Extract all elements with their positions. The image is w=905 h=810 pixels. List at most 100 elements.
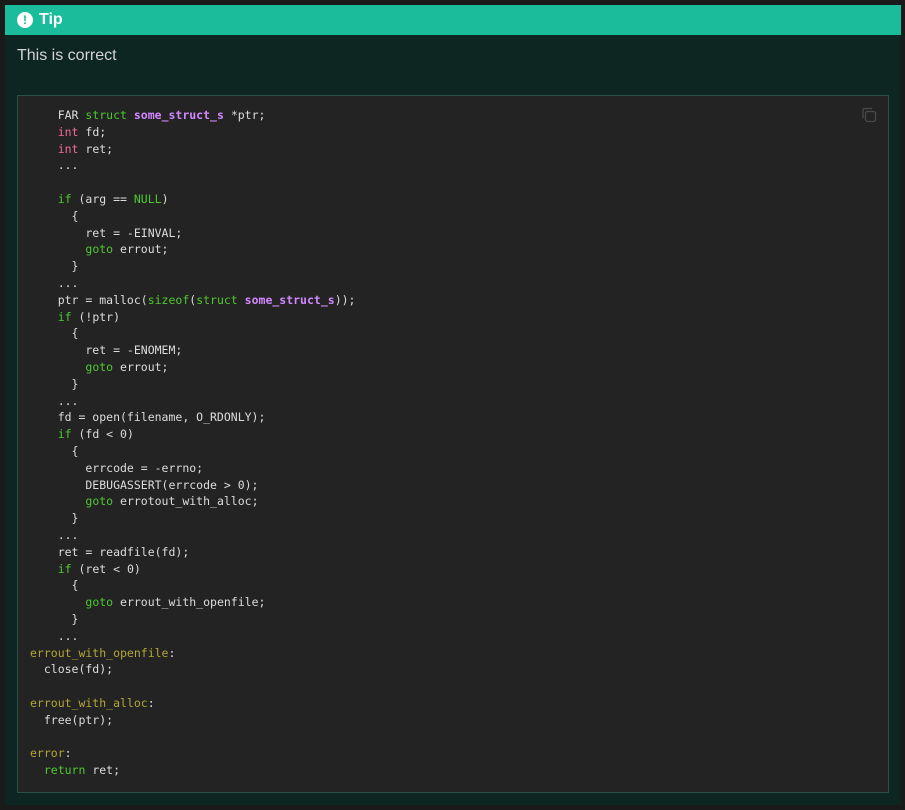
code-line: } xyxy=(30,611,79,626)
code-line: } xyxy=(30,511,79,526)
code-token: free(ptr); xyxy=(30,712,114,727)
code-token: { xyxy=(30,578,79,593)
code-token: )); xyxy=(334,292,356,307)
code-token: fd = open(filename, O_RDONLY); xyxy=(30,410,266,425)
code-line: DEBUGASSERT(errcode > 0); xyxy=(30,478,258,492)
code-token: struct xyxy=(196,292,238,307)
code-line: fd = open(filename, O_RDONLY); xyxy=(30,410,266,425)
code-token: DEBUGASSERT(errcode > 0); xyxy=(30,477,259,492)
code-line: ret = readfile(fd); xyxy=(30,544,190,559)
code-line: ... xyxy=(30,628,79,643)
code-token: goto xyxy=(85,242,114,257)
admonition-text: This is correct xyxy=(17,47,117,64)
code-token: if xyxy=(57,309,72,324)
code-line: ret = -EINVAL; xyxy=(30,226,182,240)
code-token: FAR xyxy=(30,108,86,122)
code-token: (arg == xyxy=(71,191,134,206)
code-token: goto xyxy=(85,595,114,610)
code-token: ret = readfile(fd); xyxy=(30,544,190,559)
code-token: } xyxy=(30,259,79,274)
admonition-header: ! Tip xyxy=(5,5,901,35)
code-block: FAR struct some_struct_s *ptr; int fd; i… xyxy=(17,95,889,793)
code-token: ... xyxy=(30,628,79,643)
code-token: errotout_with_alloc; xyxy=(113,494,259,509)
code-token: ret = -ENOMEM; xyxy=(30,343,183,358)
code-token: (ret < 0) xyxy=(71,561,141,576)
code-token: if xyxy=(57,561,72,576)
code-line: if (ret < 0) xyxy=(30,562,141,576)
code-token: } xyxy=(30,511,79,526)
code-line: ptr = malloc(sizeof(struct some_struct_s… xyxy=(30,292,356,307)
code-line: if (fd < 0) xyxy=(30,427,134,441)
code-token: if xyxy=(57,191,72,206)
code-token: fd; xyxy=(78,124,107,139)
code-token: ret; xyxy=(78,141,114,156)
code-token: struct xyxy=(85,108,127,122)
code-line: goto errotout_with_alloc; xyxy=(30,494,259,509)
code-line: ret = -ENOMEM; xyxy=(30,343,182,357)
code-token: return xyxy=(43,763,86,778)
code-token: { xyxy=(30,326,79,341)
code-token: some_struct_s xyxy=(133,108,224,122)
code-text: FAR struct some_struct_s *ptr; int fd; i… xyxy=(30,107,355,779)
code-token: NULL xyxy=(133,191,162,206)
code-token: } xyxy=(30,611,79,626)
code-line: int ret; xyxy=(30,142,113,156)
code-token: sizeof xyxy=(147,292,190,307)
code-token: ) xyxy=(161,191,169,206)
code-token: errout_with_openfile; xyxy=(113,595,266,610)
copy-icon xyxy=(862,107,877,123)
code-line: int fd; xyxy=(30,125,106,139)
code-line: ... xyxy=(30,276,79,290)
copy-button[interactable] xyxy=(860,106,878,124)
code-token: errout_with_alloc xyxy=(30,695,148,710)
code-line: { xyxy=(30,326,79,341)
code-line: errout_with_alloc: xyxy=(30,696,155,710)
code-token: close(fd); xyxy=(30,662,114,677)
code-line: if (!ptr) xyxy=(30,310,120,324)
code-line: errout_with_openfile: xyxy=(30,646,175,660)
code-token: ptr = malloc( xyxy=(30,292,148,307)
code-token: (fd < 0) xyxy=(71,427,134,442)
code-token: ... xyxy=(30,158,79,173)
code-token: : xyxy=(64,746,72,761)
code-token: ret = -EINVAL; xyxy=(30,225,183,240)
code-line: if (arg == NULL) xyxy=(30,192,169,206)
code-token: ... xyxy=(30,393,79,408)
code-line: goto errout_with_openfile; xyxy=(30,595,265,609)
tip-admonition: ! Tip This is correct FAR struct some_st… xyxy=(5,5,901,805)
code-token: goto xyxy=(85,494,114,509)
code-line: goto errout; xyxy=(30,360,168,374)
code-token: if xyxy=(57,427,72,442)
code-line: } xyxy=(30,259,79,274)
code-line: goto errout; xyxy=(30,242,168,256)
code-token: goto xyxy=(85,359,114,374)
code-line: { xyxy=(30,444,79,458)
code-line: errcode = -errno; xyxy=(30,461,203,475)
code-line: { xyxy=(30,578,79,593)
exclamation-icon: ! xyxy=(17,12,33,28)
code-line: } xyxy=(30,377,79,391)
code-token: errcode = -errno; xyxy=(30,460,204,475)
code-token: errout_with_openfile xyxy=(30,645,169,660)
code-token: some_struct_s xyxy=(244,292,335,307)
code-token: int xyxy=(57,141,79,156)
code-token: int xyxy=(57,124,79,139)
code-token: : xyxy=(147,695,155,710)
code-token: { xyxy=(30,208,79,223)
code-token: error xyxy=(30,746,65,761)
code-token: : xyxy=(168,645,176,660)
code-line: free(ptr); xyxy=(30,713,113,727)
